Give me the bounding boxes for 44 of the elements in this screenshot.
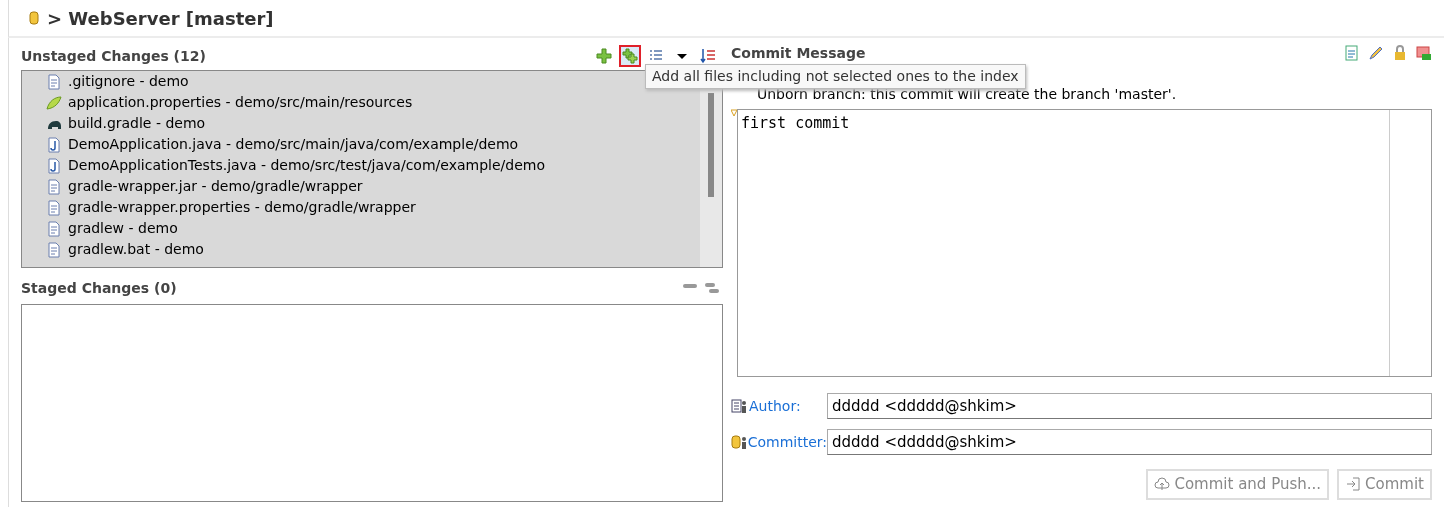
section-title: Commit Message [731, 43, 866, 63]
tooltip: Add all files including not selected ones to the index [645, 64, 1026, 89]
add-icon [596, 48, 612, 64]
leaf-icon [46, 94, 62, 111]
view-title: > WebServer [master] [47, 6, 274, 31]
section-title: Unstaged Changes (12) [21, 46, 206, 66]
file-item[interactable]: gradle-wrapper.properties - demo/gradle/wrapper [68, 197, 416, 218]
add-button[interactable] [593, 45, 615, 67]
commit-message-field[interactable]: first commit [737, 109, 1432, 377]
file-item[interactable]: DemoApplicationTests.java - demo/src/test/java/com/example/demo [68, 155, 545, 176]
file-item[interactable]: build.gradle - demo [68, 113, 206, 134]
file-item[interactable]: gradle-wrapper.jar - demo/gradle/wrapper [68, 176, 363, 197]
file-item[interactable]: gradlew.bat - demo [68, 239, 204, 260]
file-item[interactable]: gradlew - demo [68, 218, 178, 239]
repository-icon [29, 11, 39, 25]
section-title: Staged Changes (0) [21, 278, 177, 298]
java-file-icon [46, 136, 62, 153]
sort-icon [700, 48, 716, 64]
add-all-icon [622, 48, 638, 64]
file-item[interactable]: application.properties - demo/src/main/resources [68, 92, 413, 113]
file-item[interactable]: .gitignore - demo [68, 71, 189, 92]
text-file-icon [46, 73, 62, 90]
committer-link[interactable]: Committer: [747, 431, 827, 453]
text-file-icon [46, 220, 62, 237]
collapse-icon[interactable] [683, 283, 697, 289]
lock-icon[interactable] [1392, 45, 1408, 61]
author-field[interactable]: ddddd <ddddd@shkim> [827, 393, 1432, 419]
text-file-icon [46, 178, 62, 195]
pencil-icon[interactable] [1368, 45, 1384, 61]
hint-icon [731, 109, 737, 117]
cloud-icon [1154, 476, 1171, 493]
expand-icon[interactable] [705, 283, 719, 293]
file-item[interactable]: DemoApplication.java - demo/src/main/java/com/example/demo [68, 134, 519, 155]
scrollbar-thumb[interactable] [708, 93, 714, 197]
text-file-icon [46, 241, 62, 258]
author-icon [731, 398, 747, 414]
document-icon[interactable] [1344, 45, 1360, 61]
java-file-icon [46, 157, 62, 174]
committer-icon [731, 434, 746, 450]
text-file-icon [46, 199, 62, 216]
add-all-button[interactable] [619, 45, 641, 67]
committer-field[interactable]: ddddd <ddddd@shkim> [827, 429, 1432, 455]
author-link[interactable]: Author: [749, 395, 801, 417]
commit-icon [1345, 476, 1362, 493]
